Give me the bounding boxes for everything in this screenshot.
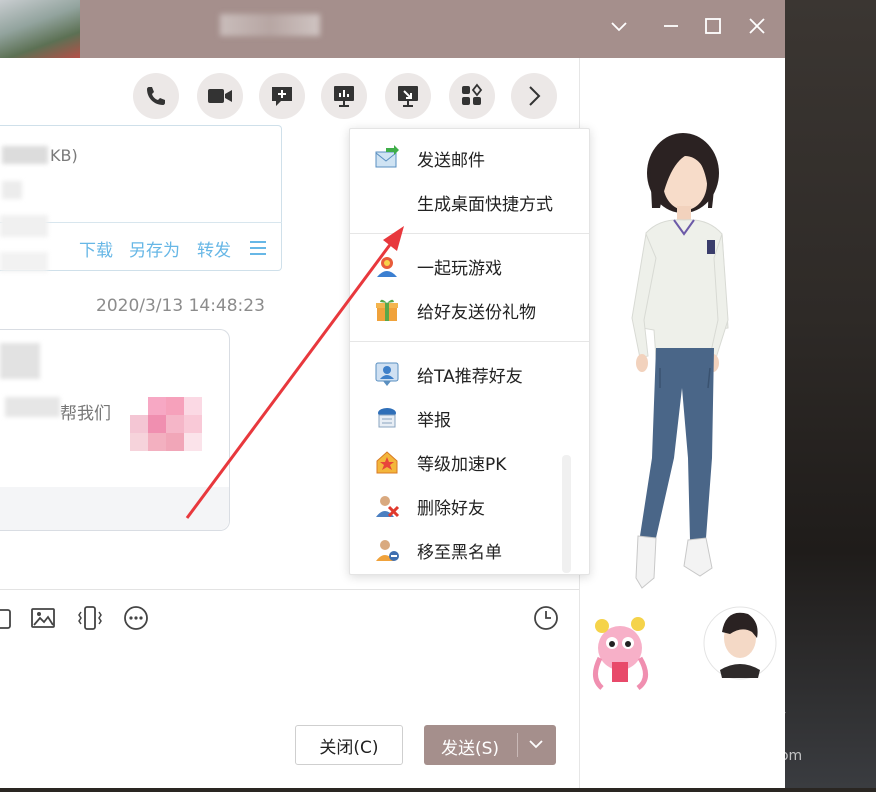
annotation-arrow: [185, 226, 404, 519]
baidu-jingyan-watermark: Bai 经验: [670, 701, 786, 734]
chat-window: KB) 下载 另存为 转发 2020/3/13 14:48:23 帮我们 关闭(…: [0, 0, 785, 788]
watermark-url: jingyan.baidu.com: [673, 748, 803, 764]
